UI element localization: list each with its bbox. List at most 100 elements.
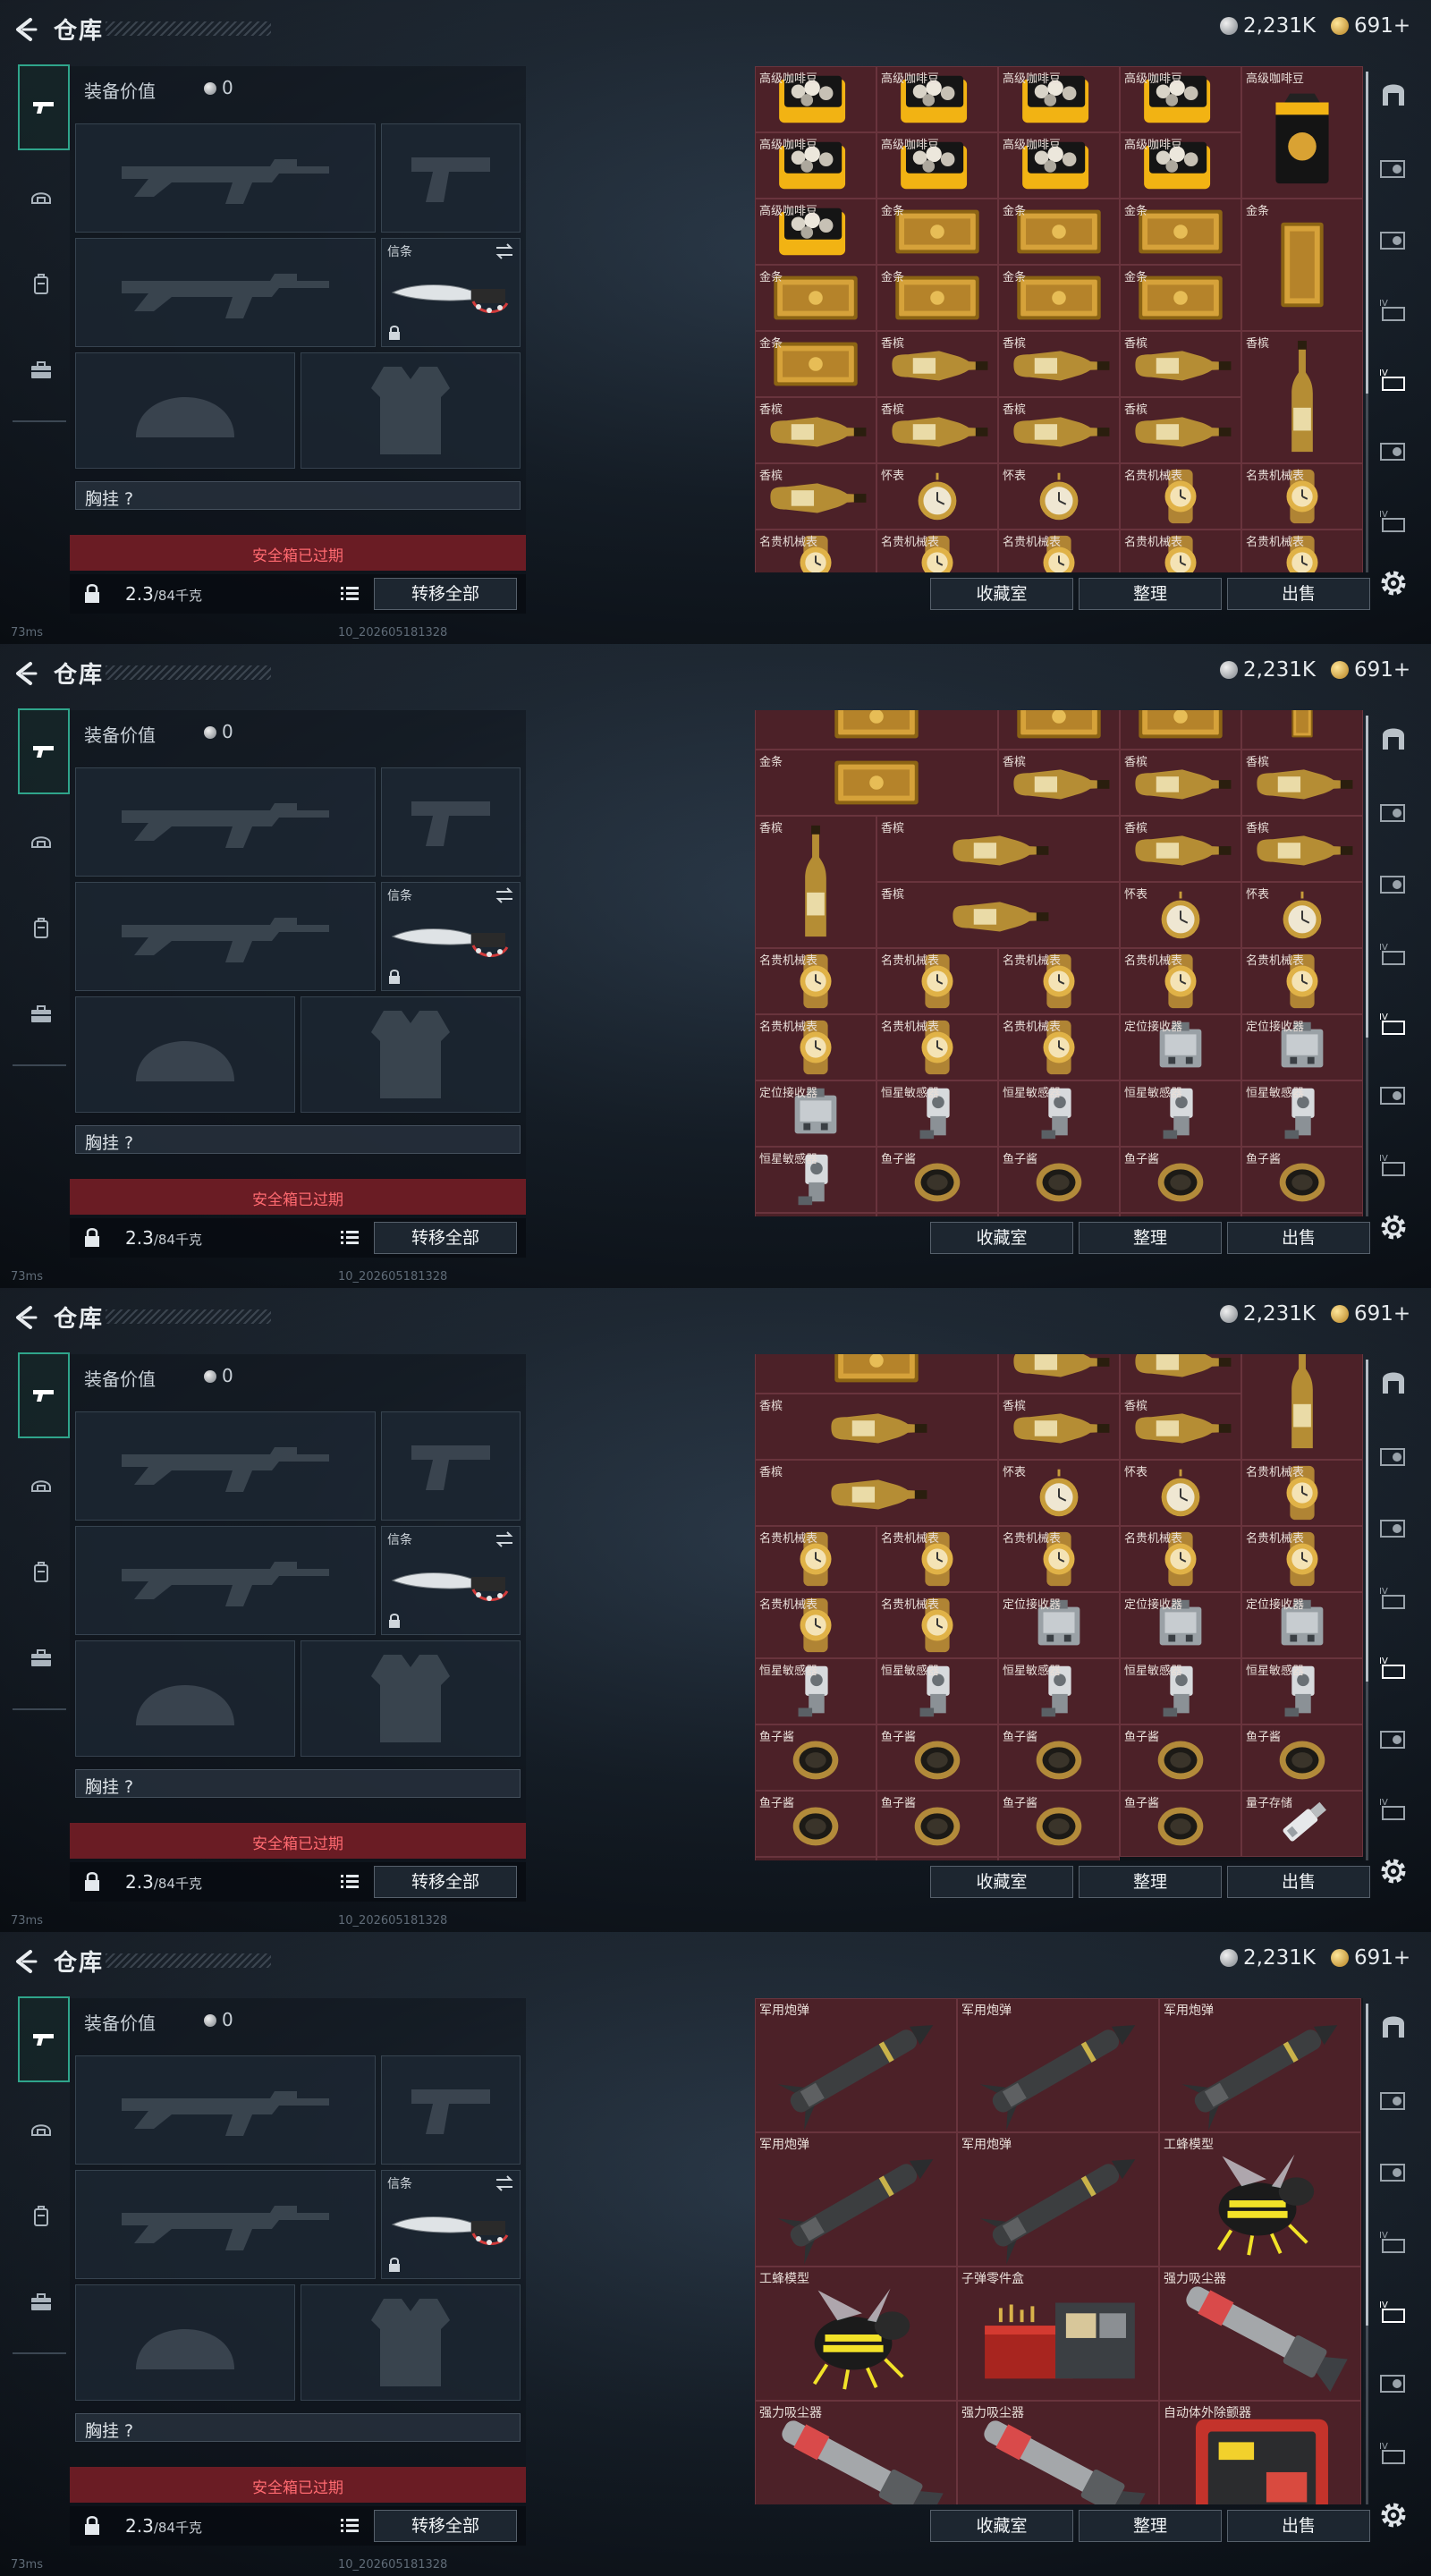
stash-item-caviar[interactable]: 鱼子酱 [998, 1213, 1120, 1216]
stash-item-watch[interactable]: 名贵机械表 [1120, 948, 1241, 1014]
stash-item-coffeebag[interactable]: 高级咖啡豆 [1241, 66, 1363, 199]
stash-item-champ[interactable]: 香槟 [876, 816, 1120, 882]
stash-tab-6[interactable] [1377, 2367, 1410, 2399]
stash-item-watch[interactable]: 名贵机械表 [998, 1014, 1120, 1080]
stash-item-coffee[interactable]: 高级咖啡豆 [876, 132, 998, 199]
stash-item-receiver[interactable]: 定位接收器 [998, 1592, 1120, 1658]
stash-tab-4[interactable]: IV [1377, 937, 1410, 970]
stash-item-usb[interactable]: 量子存储 [1241, 1791, 1363, 1857]
secondary-weapon-slot[interactable] [75, 2170, 376, 2279]
stash-item-watch[interactable]: 名贵机械表 [755, 948, 876, 1014]
stash-item-caviar[interactable]: 鱼子酱 [876, 1791, 998, 1857]
stash-item-goldv[interactable] [1241, 710, 1363, 750]
stash-tab-3[interactable] [1377, 2156, 1410, 2188]
stash-item-pocketwatch[interactable]: 怀表 [876, 463, 998, 530]
stash-item-caviar[interactable]: 鱼子酱 [998, 1724, 1120, 1791]
stash-tab-1[interactable] [1377, 1367, 1410, 1399]
stash-item-watch[interactable]: 名贵机械表 [1241, 1526, 1363, 1592]
stash-item-missile[interactable]: 军用炮弹 [957, 2132, 1159, 2267]
stash-item-receiver[interactable]: 定位接收器 [1241, 1014, 1363, 1080]
stash-tab-5[interactable]: IV [1377, 1007, 1410, 1039]
stash-item-caviar[interactable]: 鱼子酱 [1120, 1791, 1241, 1857]
primary-weapon-slot[interactable] [75, 123, 376, 233]
collection-room-button[interactable]: 收藏室 [930, 1866, 1073, 1898]
stash-item-watch[interactable]: 名贵机械表 [755, 1014, 876, 1080]
stash-item-coffee[interactable]: 高级咖啡豆 [755, 132, 876, 199]
stash-tab-4[interactable]: IV [1377, 1581, 1410, 1614]
chest-rig-slot[interactable]: 胸挂 ? [75, 481, 521, 510]
gear-icon[interactable] [1377, 2499, 1410, 2531]
primary-weapon-slot[interactable] [75, 1411, 376, 1521]
stash-item-watch[interactable]: 名贵机械表 [876, 948, 998, 1014]
stash-item-coffee[interactable]: 高级咖啡豆 [998, 66, 1120, 132]
stash-tab-1[interactable] [1377, 79, 1410, 111]
tab-weapons[interactable] [18, 1352, 70, 1438]
stash-item-receiver[interactable]: 定位接收器 [1120, 1014, 1241, 1080]
scrollbar-thumb[interactable] [1366, 1360, 1368, 1682]
swap-icon[interactable] [495, 242, 514, 260]
gear-icon[interactable] [1377, 1211, 1410, 1243]
stash-grid[interactable]: 金条香槟香槟香槟香槟香槟香槟香槟怀表怀表名贵机械表名贵机械表名贵机械表名贵机械表… [755, 1354, 1363, 1860]
tab-case[interactable] [20, 993, 63, 1036]
stash-item-watch[interactable]: 名贵机械表 [876, 1592, 998, 1658]
stash-item-vacuum[interactable]: 强力吸尘器 [755, 2401, 957, 2504]
stash-item-caviar[interactable]: 鱼子酱 [1241, 1147, 1363, 1213]
stash-item-caviar[interactable]: 鱼子酱 [755, 1791, 876, 1857]
stash-item-champ[interactable]: 香槟 [755, 1460, 998, 1526]
stash-item-champv[interactable]: 香槟 [755, 816, 876, 948]
stash-scrollbar[interactable] [1366, 1360, 1368, 1860]
stash-item-caviar[interactable]: 鱼子酱 [998, 1147, 1120, 1213]
stash-item-champ[interactable]: 香槟 [876, 397, 998, 463]
helmet-slot[interactable] [75, 1640, 295, 1757]
secondary-weapon-slot[interactable] [75, 882, 376, 991]
stash-tab-6[interactable] [1377, 1079, 1410, 1111]
back-arrow-icon[interactable] [11, 658, 41, 689]
stash-item-gold[interactable]: 金条 [998, 199, 1120, 265]
chest-rig-slot[interactable]: 胸挂 ? [75, 1769, 521, 1798]
transfer-all-button[interactable]: 转移全部 [374, 578, 517, 610]
stash-tab-7[interactable]: IV [1377, 504, 1410, 537]
sell-button[interactable]: 出售 [1227, 1866, 1370, 1898]
armor-slot[interactable] [301, 2284, 521, 2401]
tab-armor[interactable] [20, 1463, 63, 1506]
sort-button[interactable]: 整理 [1079, 578, 1222, 610]
stash-item-watch[interactable]: 名贵机械表 [755, 530, 876, 572]
stash-item-caviar[interactable]: 鱼子酱 [1241, 1724, 1363, 1791]
stash-item-missile[interactable]: 军用炮弹 [755, 2132, 957, 2267]
tab-case[interactable] [20, 349, 63, 392]
stash-item-champ[interactable]: 香槟 [998, 397, 1120, 463]
stash-tab-6[interactable] [1377, 435, 1410, 467]
tab-case[interactable] [20, 1637, 63, 1680]
safe-box-expired-bar[interactable]: 安全箱已过期 [70, 535, 526, 571]
stash-item-pocketwatch[interactable]: 怀表 [1120, 1460, 1241, 1526]
stash-tab-7[interactable]: IV [1377, 1792, 1410, 1825]
primary-weapon-slot[interactable] [75, 767, 376, 877]
stash-item-caviar[interactable]: 鱼子酱 [755, 1213, 876, 1216]
melee-slot[interactable]: 信条 [381, 2170, 521, 2279]
primary-weapon-slot[interactable] [75, 2055, 376, 2165]
stash-item-watch[interactable]: 名贵机械表 [1120, 530, 1241, 572]
stash-item-sensor[interactable]: 恒星敏感器 [1241, 1658, 1363, 1724]
stash-item-caviar[interactable]: 鱼子酱 [1120, 1147, 1241, 1213]
sort-button[interactable]: 整理 [1079, 2510, 1222, 2542]
stash-item-watch[interactable]: 名贵机械表 [755, 1526, 876, 1592]
stash-item-watch[interactable]: 名贵机械表 [876, 1014, 998, 1080]
stash-item-coffee[interactable]: 高级咖啡豆 [1120, 132, 1241, 199]
safe-box-expired-bar[interactable]: 安全箱已过期 [70, 2467, 526, 2503]
stash-scrollbar[interactable] [1366, 2004, 1368, 2504]
stash-item-caviar[interactable]: 鱼子酱 [1241, 1213, 1363, 1216]
scrollbar-thumb[interactable] [1366, 2004, 1368, 2326]
pistol-slot[interactable] [381, 767, 521, 877]
stash-item-caviar[interactable]: 鱼子酱 [876, 1147, 998, 1213]
stash-tab-6[interactable] [1377, 1723, 1410, 1755]
tab-backpack[interactable] [20, 2195, 63, 2238]
stash-tab-3[interactable] [1377, 868, 1410, 900]
stash-scrollbar[interactable] [1366, 72, 1368, 572]
stash-item-gold[interactable]: 金条 [1120, 265, 1241, 331]
stash-item-pocketwatch[interactable]: 怀表 [1120, 882, 1241, 948]
stash-item-coffee[interactable]: 高级咖啡豆 [755, 199, 876, 265]
swap-icon[interactable] [495, 1530, 514, 1548]
pistol-slot[interactable] [381, 123, 521, 233]
stash-item-missile[interactable]: 军用炮弹 [1159, 1998, 1361, 2132]
stash-item-sensor[interactable]: 恒星敏感器 [1120, 1080, 1241, 1147]
